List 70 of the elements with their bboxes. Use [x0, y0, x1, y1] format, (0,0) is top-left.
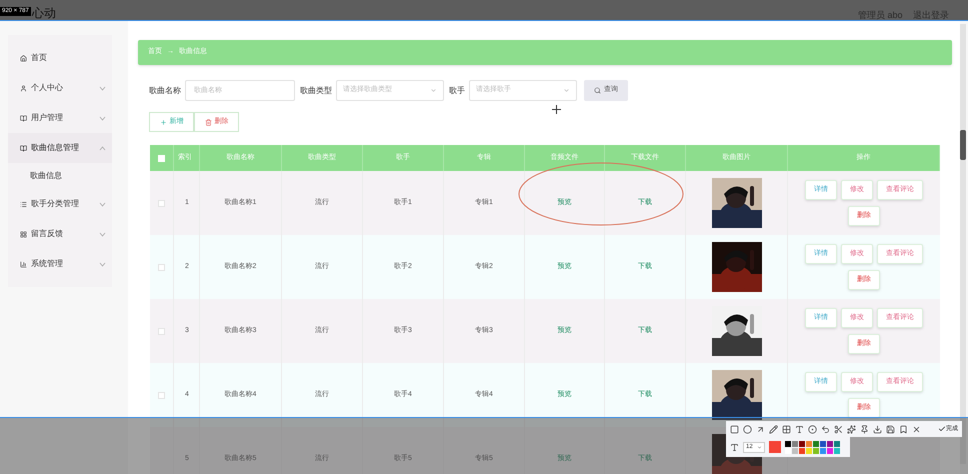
palette-swatch[interactable] [813, 440, 819, 446]
trash-icon [204, 118, 212, 126]
undo-icon[interactable] [821, 424, 830, 434]
palette-swatch[interactable] [799, 440, 805, 446]
palette-swatch[interactable] [806, 440, 812, 446]
palette-swatch[interactable] [827, 440, 833, 446]
header-checkbox[interactable] [158, 154, 165, 162]
circle-icon[interactable] [743, 424, 752, 434]
palette-swatch[interactable] [792, 448, 798, 454]
text-icon[interactable] [795, 424, 804, 434]
palette-swatch[interactable] [792, 440, 798, 446]
user-icon [20, 84, 27, 92]
palette-swatch[interactable] [827, 448, 833, 454]
check-icon [938, 425, 946, 433]
list-icon [20, 200, 27, 208]
scrollbar[interactable] [960, 24, 966, 464]
arrow-icon[interactable] [756, 424, 765, 434]
crosshair-cursor-icon [552, 105, 561, 114]
caret-icon [757, 444, 762, 450]
current-color-swatch[interactable] [769, 441, 781, 453]
pencil-icon[interactable] [769, 424, 778, 434]
app-title: 心动 [32, 5, 56, 22]
field-label: 歌手 [449, 84, 465, 96]
palette-swatch[interactable] [785, 448, 791, 454]
row-checkbox[interactable] [158, 328, 165, 334]
chevron-icon [563, 87, 570, 94]
book-icon [20, 114, 27, 122]
field-label: 歌曲类型 [300, 84, 332, 96]
scissors-icon[interactable] [834, 424, 843, 434]
bookmark-icon[interactable] [899, 424, 908, 434]
sidebar-item[interactable]: 系统管理 [8, 249, 112, 279]
chevron-icon [99, 200, 106, 208]
sidebar-item[interactable]: 留言反馈 [8, 219, 112, 249]
row-checkbox[interactable] [158, 200, 165, 206]
search-icon [594, 87, 601, 94]
chevron-icon [99, 230, 106, 238]
sidebar-item[interactable]: 歌手分类管理 [8, 189, 112, 219]
plus-icon [160, 118, 166, 126]
home-icon [20, 54, 27, 62]
pin-icon[interactable] [860, 424, 869, 434]
sparkle-icon[interactable] [847, 424, 856, 434]
chevron-icon [99, 260, 106, 268]
field-label: 歌曲名称 [149, 84, 181, 96]
font-icon [730, 442, 739, 452]
palette-swatch[interactable] [820, 448, 826, 454]
row-checkbox[interactable] [158, 392, 165, 398]
grid-icon [20, 230, 27, 238]
row-checkbox[interactable] [158, 264, 165, 270]
palette-swatch[interactable] [799, 448, 805, 454]
palette-swatch[interactable] [834, 448, 840, 454]
chart-icon [20, 260, 27, 268]
chevron-icon [99, 84, 106, 92]
sidebar-subitem[interactable]: 歌曲信息 [8, 163, 112, 189]
chevron-icon [99, 114, 106, 122]
download-icon[interactable] [873, 424, 882, 434]
close-icon[interactable] [912, 424, 921, 434]
sidebar-item[interactable]: 用户管理 [8, 103, 112, 133]
palette-swatch[interactable] [806, 448, 812, 454]
palette-swatch[interactable] [834, 440, 840, 446]
sidebar-item[interactable]: 首页 [8, 43, 112, 73]
square-icon[interactable] [730, 424, 739, 434]
chevron-icon [430, 87, 437, 94]
book-icon [20, 144, 27, 152]
sidebar-item[interactable]: 个人中心 [8, 73, 112, 103]
save-icon[interactable] [886, 424, 895, 434]
chevron-icon [99, 144, 106, 152]
palette-swatch[interactable] [813, 448, 819, 454]
sidebar-item[interactable]: 歌曲信息管理 [8, 133, 112, 163]
palette-swatch[interactable] [785, 440, 791, 446]
palette-swatch[interactable] [820, 440, 826, 446]
